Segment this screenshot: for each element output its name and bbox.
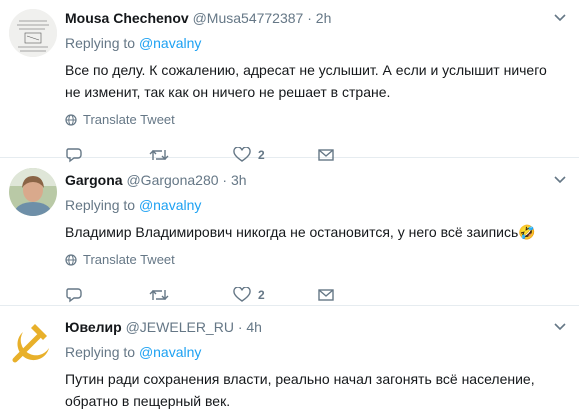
translate-label[interactable]: Translate Tweet (83, 252, 175, 268)
replying-to-label: Replying to (65, 344, 136, 360)
display-name[interactable]: Ювелир (65, 319, 122, 335)
avatar[interactable] (9, 9, 57, 57)
reply-icon (66, 288, 82, 303)
tweet-actions: 2 (65, 286, 567, 304)
timestamp[interactable]: 2h (316, 10, 332, 26)
avatar[interactable] (9, 318, 57, 366)
timestamp[interactable]: 4h (246, 319, 262, 335)
separator-dot: · (237, 319, 243, 335)
tweet-text-line: Путин ради сохранения власти, реально на… (65, 371, 535, 387)
tweet-1[interactable]: Mousa Chechenov @Musa54772387 · 2h Reply… (0, 0, 579, 163)
envelope-icon (318, 289, 334, 301)
heart-icon (233, 287, 251, 302)
tweet-3[interactable]: Ювелир @JEWELER_RU · 4h Replying to @nav… (0, 305, 579, 415)
sketch-avatar-image (9, 9, 57, 57)
direct-message-button[interactable] (317, 287, 401, 303)
hammer-sickle-icon (12, 324, 49, 363)
retweet-icon (149, 290, 169, 300)
replying-to-label: Replying to (65, 197, 136, 213)
globe-icon (65, 254, 77, 266)
translate-label[interactable]: Translate Tweet (83, 112, 175, 128)
mention-link[interactable]: @navalny (139, 35, 201, 51)
translate-tweet[interactable]: Translate Tweet (65, 252, 567, 268)
reply-button[interactable] (65, 287, 149, 303)
translate-tweet[interactable]: Translate Tweet (65, 112, 567, 128)
username[interactable]: @Musa54772387 (193, 10, 304, 26)
replying-to: Replying to @navalny (65, 343, 567, 361)
chevron-down-icon[interactable] (553, 320, 567, 334)
tweet-text-line: не изменит, так как он ничего не решает … (65, 84, 391, 100)
timestamp[interactable]: 3h (231, 172, 247, 188)
mention-link[interactable]: @navalny (139, 344, 201, 360)
globe-icon (65, 114, 77, 126)
retweet-button[interactable] (149, 287, 233, 303)
like-count: 2 (258, 288, 265, 302)
separator-dot: · (307, 10, 312, 26)
display-name[interactable]: Mousa Chechenov (65, 10, 189, 26)
tweet-text-line: Владимир Владимирович никогда не останов… (65, 224, 536, 240)
replying-to-label: Replying to (65, 35, 136, 51)
tweet-text: Владимир Владимирович никогда не останов… (65, 221, 567, 243)
tweet-text: Все по делу. К сожалению, адресат не усл… (65, 59, 567, 103)
photo-avatar-image (9, 168, 57, 216)
tweet-text-line: обратно в пещерный век. (65, 393, 231, 409)
chevron-down-icon[interactable] (553, 11, 567, 25)
tweet-header: Ювелир @JEWELER_RU · 4h (65, 318, 567, 336)
chevron-down-icon[interactable] (553, 173, 567, 187)
like-button[interactable]: 2 (233, 287, 317, 303)
display-name[interactable]: Gargona (65, 172, 123, 188)
tweet-text: Путин ради сохранения власти, реально на… (65, 368, 567, 412)
mention-link[interactable]: @navalny (139, 197, 201, 213)
tweet-header: Mousa Chechenov @Musa54772387 · 2h (65, 9, 567, 27)
tweet-text-line: Все по делу. К сожалению, адресат не усл… (65, 62, 547, 78)
tweet-2[interactable]: Gargona @Gargona280 · 3h Replying to @na… (0, 157, 579, 306)
tweet-header: Gargona @Gargona280 · 3h (65, 171, 567, 189)
replying-to: Replying to @navalny (65, 196, 567, 214)
replying-to: Replying to @navalny (65, 34, 567, 52)
separator-dot: · (222, 172, 228, 188)
username[interactable]: @Gargona280 (126, 172, 218, 188)
username[interactable]: @JEWELER_RU (126, 319, 234, 335)
avatar[interactable] (9, 168, 57, 216)
